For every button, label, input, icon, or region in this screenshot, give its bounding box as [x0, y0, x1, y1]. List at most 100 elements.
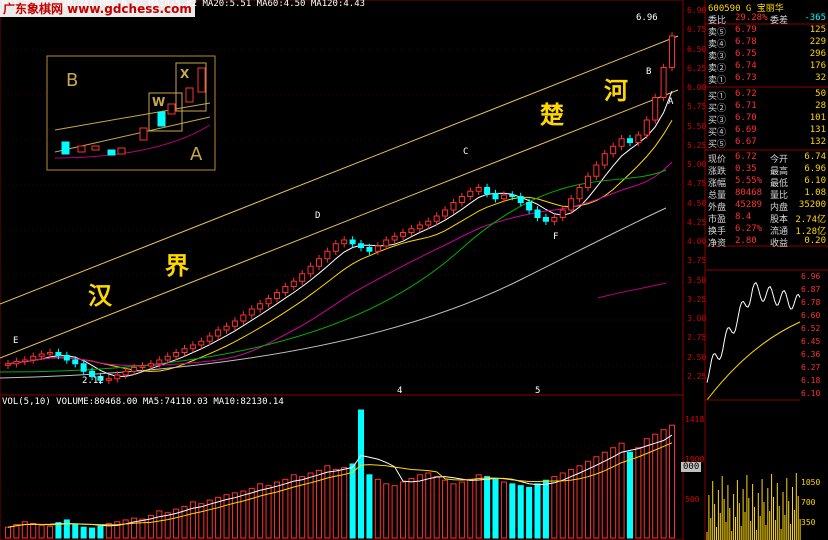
price-tick: 2.50: [687, 352, 707, 362]
volume-bar: [383, 483, 390, 539]
stat-value: 2.80: [735, 236, 757, 246]
candle-body: [315, 258, 323, 267]
candle-body: [400, 232, 407, 237]
candle-body: [240, 314, 247, 322]
quote-label: 卖①: [708, 76, 727, 86]
volume-bar: [139, 518, 146, 539]
candle-body: [349, 239, 356, 245]
volume-bar: [475, 474, 482, 539]
candle-body: [568, 198, 575, 211]
volume-bar: [189, 501, 196, 539]
volume-bar: [97, 525, 104, 539]
stock-chart-window: MA1:20.01.120.243 MA5:6.22 MA10:5.82 MA2…: [0, 0, 828, 540]
candle: [248, 305, 255, 319]
candle-body: [206, 335, 213, 342]
candle-body: [559, 209, 566, 218]
candle: [593, 161, 600, 180]
candle-body: [72, 359, 79, 365]
volume-bar: [231, 492, 238, 539]
candle-body: [265, 298, 272, 305]
volume-bar: [47, 525, 54, 539]
inset-label-b: B: [66, 70, 79, 91]
candle: [198, 337, 205, 349]
quote-volume: 131: [809, 125, 826, 135]
candle: [668, 32, 676, 72]
candle-body: [30, 355, 37, 361]
candle: [324, 247, 331, 263]
volume-bar: [492, 478, 499, 539]
volume-bar: [416, 474, 423, 539]
candle: [80, 360, 87, 375]
volume-bar: [257, 483, 264, 539]
candle-body: [593, 164, 600, 177]
volume-bar: [198, 503, 205, 539]
volume-bar: [433, 476, 440, 539]
price-tick: 6.25: [687, 63, 707, 73]
volume-bar: [610, 447, 617, 539]
candle: [13, 357, 20, 368]
candle-body: [635, 134, 642, 143]
candle-body: [307, 265, 314, 275]
candle: [30, 352, 37, 364]
quote-price: 6.75: [735, 49, 757, 59]
label-a: A: [668, 97, 674, 107]
volume-bar: [450, 483, 457, 539]
candle: [492, 189, 499, 203]
candle-body: [21, 359, 28, 362]
candle: [282, 282, 289, 297]
price-tick: 5.25: [687, 140, 707, 150]
candle-body: [299, 273, 306, 282]
price-tick: 4.00: [687, 237, 707, 246]
volume-bar: [290, 474, 297, 539]
inset-label-w: W: [152, 95, 166, 109]
candle: [643, 116, 650, 139]
inset-candle: [117, 147, 126, 155]
mini-price-tick: 6.10: [801, 389, 821, 398]
candle-body: [652, 97, 659, 121]
candle-body: [38, 353, 45, 357]
volume-bar: [4, 526, 12, 539]
quote-volume: 101: [809, 113, 826, 123]
candle: [21, 356, 28, 366]
stat-value: 35200: [798, 200, 826, 210]
candle: [660, 63, 667, 102]
volume-bar: [442, 479, 449, 539]
stat-value: 5.55%: [735, 176, 763, 186]
volume-bar: [206, 499, 213, 539]
label-c: C: [463, 147, 469, 157]
stat-label: 收益: [770, 239, 789, 249]
volume-bar: [332, 468, 339, 539]
quote-price: 6.78: [735, 37, 757, 47]
inset-candle: [77, 145, 86, 153]
candle-body: [332, 243, 339, 252]
candle: [265, 294, 272, 308]
price-tick: 6.00: [687, 83, 707, 92]
candle: [551, 213, 558, 225]
candle-body: [425, 220, 432, 226]
volume-bar: [484, 476, 491, 539]
volume-bar: [349, 463, 356, 539]
candle: [416, 221, 423, 233]
candle-body: [231, 320, 238, 327]
price-tick: 5.75: [687, 102, 707, 112]
inset-label-a: A: [190, 144, 203, 165]
quote-price: 6.69: [735, 125, 757, 135]
volume-bar: [534, 483, 541, 539]
candle-body: [357, 243, 365, 248]
candle: [223, 322, 230, 334]
mini-volume-tick: 1050: [801, 478, 821, 487]
candle-body: [610, 145, 617, 155]
candle-body: [484, 187, 491, 194]
inset-candle: [61, 141, 70, 155]
candle: [425, 217, 432, 229]
mini-price-tick: 6.36: [801, 350, 821, 359]
candle-body: [618, 138, 625, 147]
volume-bar: [542, 479, 549, 539]
candle-body: [4, 363, 12, 366]
price-tick: 4.25: [687, 217, 707, 227]
inset-candle: [167, 103, 176, 115]
candle-body: [324, 250, 331, 260]
volume-bar: [500, 481, 507, 539]
candle-body: [584, 175, 591, 188]
volume-bar: [593, 456, 600, 539]
